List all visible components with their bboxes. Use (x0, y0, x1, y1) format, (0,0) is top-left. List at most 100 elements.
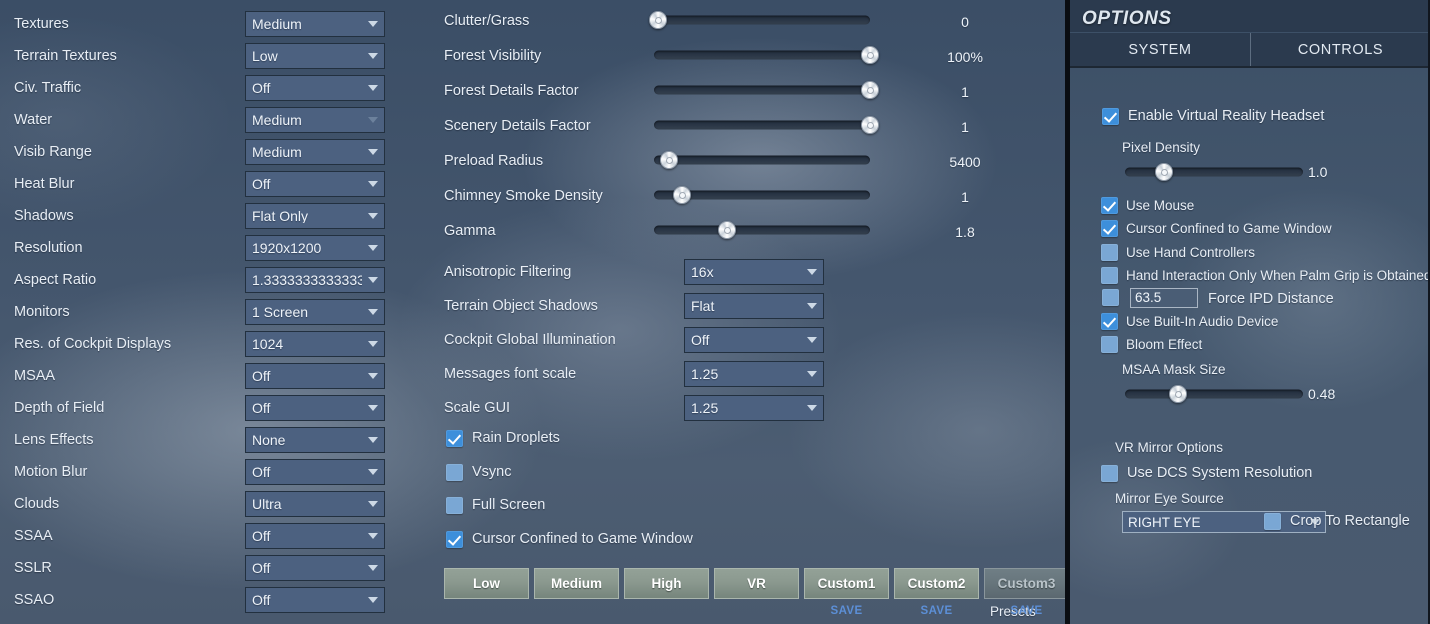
preset-button-low[interactable]: Low (444, 568, 529, 599)
save-link-custom1[interactable]: SAVE (831, 605, 863, 617)
dropdown-value: None (252, 433, 286, 447)
checkbox-row-rain-droplets[interactable]: Rain Droplets (446, 430, 560, 447)
slider-knob[interactable] (660, 151, 679, 169)
checkbox-use-mouse[interactable] (1101, 197, 1118, 214)
tab-system[interactable]: SYSTEM (1070, 33, 1250, 66)
slider-track[interactable] (1125, 167, 1303, 177)
dropdown-terrain-textures[interactable]: Low (245, 43, 385, 69)
checkbox-row-cursor-confined-to-game-window[interactable]: Cursor Confined to Game Window (1101, 220, 1332, 237)
dropdown-label-anisotropic-filtering: Anisotropic Filtering (444, 264, 572, 280)
dropdown-cockpit-global-illumination[interactable]: Off (684, 327, 824, 353)
setting-row-sslr: SSLR Off (14, 552, 430, 584)
tab-controls[interactable]: CONTROLS (1250, 33, 1430, 66)
dropdown-res-of-cockpit-displays[interactable]: 1024 (245, 331, 385, 357)
slider-forest-visibility[interactable] (654, 45, 879, 65)
checkbox-bloom-effect[interactable] (1101, 336, 1118, 353)
preset-button-custom2[interactable]: Custom2 (894, 568, 979, 599)
dropdown-water[interactable]: Medium (245, 107, 385, 133)
dropdown-ssaa[interactable]: Off (245, 523, 385, 549)
dropdown-depth-of-field[interactable]: Off (245, 395, 385, 421)
dropdown-msaa[interactable]: Off (245, 363, 385, 389)
force-ipd-row[interactable] (1102, 289, 1119, 306)
slider-chimney-smoke-density[interactable] (654, 185, 870, 205)
dropdown-scale-gui[interactable]: 1.25 (684, 395, 824, 421)
dropdown-aspect-ratio[interactable]: 1.3333333333333 (245, 267, 385, 293)
checkbox-row-vsync[interactable]: Vsync (446, 464, 512, 481)
preset-button-custom3[interactable]: Custom3 (984, 568, 1069, 599)
slider-knob[interactable] (649, 11, 668, 29)
use-dcs-system-resolution-row[interactable]: Use DCS System Resolution (1101, 465, 1312, 482)
checkbox-row-cursor-confined-to-game-window[interactable]: Cursor Confined to Game Window (446, 531, 693, 548)
checkbox-row-use-hand-controllers[interactable]: Use Hand Controllers (1101, 244, 1255, 261)
dropdown-motion-blur[interactable]: Off (245, 459, 385, 485)
dropdown-heat-blur[interactable]: Off (245, 171, 385, 197)
dropdown-terrain-object-shadows[interactable]: Flat (684, 293, 824, 319)
checkbox-hand-interaction-only-when-palm-grip-is-obtained[interactable] (1101, 267, 1118, 284)
checkbox-cursor-confined-to-game-window[interactable] (1101, 220, 1118, 237)
dropdown-anisotropic-filtering[interactable]: 16x (684, 259, 824, 285)
save-link-custom3[interactable]: SAVE (1011, 605, 1043, 617)
slider-clutter-grass[interactable] (649, 10, 870, 30)
slider-knob[interactable] (1169, 385, 1188, 403)
checkbox-row-bloom-effect[interactable]: Bloom Effect (1101, 336, 1202, 353)
slider-knob[interactable] (861, 116, 879, 134)
slider-track[interactable] (1125, 389, 1303, 399)
slider-knob[interactable] (861, 46, 879, 64)
chevron-down-icon (368, 149, 378, 155)
slider-track[interactable] (654, 50, 870, 60)
slider-scenery-details-factor[interactable] (654, 115, 879, 135)
pixel-density-slider[interactable] (1125, 162, 1303, 182)
ipd-distance-field[interactable]: 63.5 (1130, 288, 1198, 308)
dropdown-monitors[interactable]: 1 Screen (245, 299, 385, 325)
slider-preload-radius[interactable] (654, 150, 870, 170)
crop-to-rectangle-checkbox[interactable] (1264, 513, 1281, 530)
checkbox-use-hand-controllers[interactable] (1101, 244, 1118, 261)
enable-vr-headset-row[interactable]: Enable Virtual Reality Headset (1102, 108, 1324, 125)
use-dcs-system-resolution-checkbox[interactable] (1101, 465, 1118, 482)
slider-gamma[interactable] (654, 220, 870, 240)
slider-track[interactable] (654, 225, 870, 235)
slider-knob[interactable] (1155, 163, 1174, 181)
dropdown-textures[interactable]: Medium (245, 11, 385, 37)
force-ipd-checkbox[interactable] (1102, 289, 1119, 306)
checkbox-full-screen[interactable] (446, 497, 463, 514)
slider-value-scenery-details-factor: 1 (961, 119, 969, 135)
dropdown-visib-range[interactable]: Medium (245, 139, 385, 165)
checkbox-row-use-mouse[interactable]: Use Mouse (1101, 197, 1194, 214)
dropdown-resolution[interactable]: 1920x1200 (245, 235, 385, 261)
dropdown-clouds[interactable]: Ultra (245, 491, 385, 517)
slider-knob[interactable] (673, 186, 692, 204)
checkbox-row-full-screen[interactable]: Full Screen (446, 497, 545, 514)
slider-forest-details-factor[interactable] (654, 80, 879, 100)
checkbox-label: Full Screen (472, 497, 546, 514)
checkbox-rain-droplets[interactable] (446, 430, 463, 447)
preset-button-medium[interactable]: Medium (534, 568, 619, 599)
checkbox-label: Cursor Confined to Game Window (472, 531, 693, 548)
use-dcs-system-resolution-label: Use DCS System Resolution (1127, 465, 1313, 482)
dropdown-shadows[interactable]: Flat Only (245, 203, 385, 229)
dropdown-ssao[interactable]: Off (245, 587, 385, 613)
slider-track[interactable] (654, 120, 870, 130)
preset-button-custom1[interactable]: Custom1 (804, 568, 889, 599)
dropdown-civ-traffic[interactable]: Off (245, 75, 385, 101)
checkbox-use-built-in-audio-device[interactable] (1101, 313, 1118, 330)
dropdown-lens-effects[interactable]: None (245, 427, 385, 453)
checkbox-cursor-confined-to-game-window[interactable] (446, 531, 463, 548)
slider-knob[interactable] (718, 221, 737, 239)
chevron-down-icon (368, 565, 378, 571)
enable-vr-headset-checkbox[interactable] (1102, 108, 1119, 125)
slider-track[interactable] (654, 85, 870, 95)
preset-button-vr[interactable]: VR (714, 568, 799, 599)
preset-button-high[interactable]: High (624, 568, 709, 599)
dropdown-messages-font-scale[interactable]: 1.25 (684, 361, 824, 387)
checkbox-row-use-built-in-audio-device[interactable]: Use Built-In Audio Device (1101, 313, 1278, 330)
dropdown-sslr[interactable]: Off (245, 555, 385, 581)
slider-knob[interactable] (861, 81, 879, 99)
crop-to-rectangle-row[interactable]: Crop To Rectangle (1264, 513, 1410, 530)
msaa-mask-size-slider[interactable] (1125, 384, 1303, 404)
checkbox-row-hand-interaction-only-when-palm-grip-is-obtained[interactable]: Hand Interaction Only When Palm Grip is … (1101, 267, 1430, 284)
save-link-custom2[interactable]: SAVE (921, 605, 953, 617)
slider-track[interactable] (654, 155, 870, 165)
checkbox-vsync[interactable] (446, 464, 463, 481)
slider-track[interactable] (654, 15, 870, 25)
